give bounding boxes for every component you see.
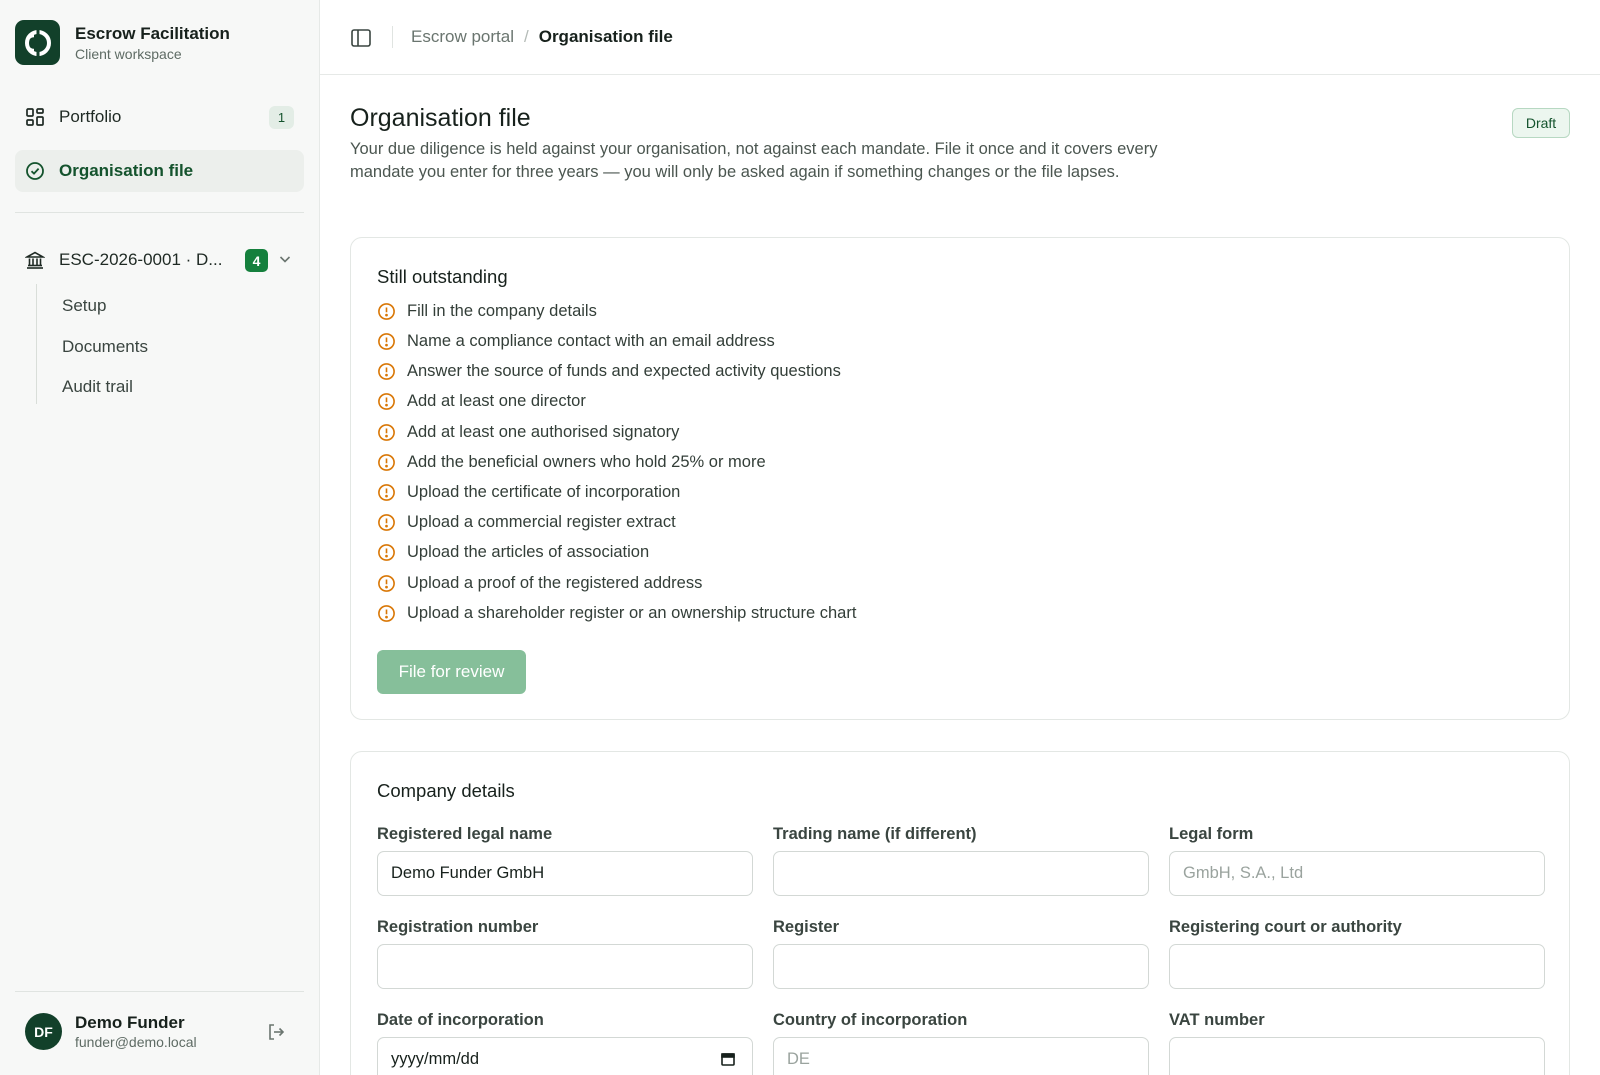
field-label-registration-number: Registration number <box>377 918 539 936</box>
breadcrumb-parent[interactable]: Escrow portal <box>411 27 514 47</box>
brand-title: Escrow Facilitation <box>75 23 230 43</box>
chevron-down-icon[interactable] <box>277 251 293 272</box>
page-description: Your due diligence is held against your … <box>350 140 1158 181</box>
outstanding-card: Still outstanding Fill in the company de… <box>350 237 1570 720</box>
list-item-text: Add at least one director <box>407 392 586 410</box>
sidebar: Escrow Facilitation Client workspace Por… <box>0 0 320 1075</box>
sidebar-item-portfolio[interactable]: Portfolio 1 <box>15 96 304 138</box>
company-details-card: Company details Registered legal name De… <box>350 751 1570 1075</box>
list-item: Upload the articles of association <box>377 543 649 562</box>
list-item: Add the beneficial owners who hold 25% o… <box>377 453 766 472</box>
list-item-text: Add the beneficial owners who hold 25% o… <box>407 453 766 471</box>
sidebar-divider <box>15 212 304 213</box>
mandate-label: ESC-2026-0001 · D... <box>59 250 223 269</box>
alert-circle-icon <box>377 604 396 623</box>
field-label-vat-number: VAT number <box>1169 1011 1265 1029</box>
registering-court-input[interactable] <box>1169 944 1545 989</box>
alert-circle-icon <box>377 302 396 321</box>
field-label-country: Country of incorporation <box>773 1011 968 1029</box>
legal-name-input[interactable]: Demo Funder GmbH <box>377 851 753 896</box>
list-item-text: Add at least one authorised signatory <box>407 423 680 441</box>
list-item: Name a compliance contact with an email … <box>377 332 775 351</box>
list-item-text: Upload a shareholder register or an owne… <box>407 604 857 622</box>
top-bar: Escrow portal / Organisation file <box>320 0 1600 75</box>
alert-circle-icon <box>377 543 396 562</box>
avatar: DF <box>25 1013 62 1050</box>
field-label-legal-form: Legal form <box>1169 825 1254 843</box>
status-badge: Draft <box>1512 108 1570 138</box>
user-name: Demo Funder <box>75 1013 185 1032</box>
user-email: funder@demo.local <box>75 1034 197 1050</box>
alert-circle-icon <box>377 453 396 472</box>
country-input[interactable]: DE <box>773 1037 1149 1075</box>
alert-circle-icon <box>377 574 396 593</box>
header-divider <box>392 26 393 48</box>
sidebar-item-documents[interactable]: Documents <box>62 337 148 357</box>
list-item: Upload a proof of the registered address <box>377 574 702 593</box>
sidebar-item-setup[interactable]: Setup <box>62 296 106 316</box>
list-item-text: Upload a proof of the registered address <box>407 574 703 592</box>
sidebar-item-label: Portfolio <box>59 107 122 126</box>
breadcrumb: Escrow portal / Organisation file <box>411 27 673 47</box>
list-item-text: Answer the source of funds and expected … <box>407 362 841 380</box>
alert-circle-icon <box>377 332 396 351</box>
alert-circle-icon <box>377 423 396 442</box>
list-item: Add at least one director <box>377 392 586 411</box>
breadcrumb-current: Organisation file <box>538 27 673 46</box>
registration-number-input[interactable] <box>377 944 753 989</box>
field-label-registering-court: Registering court or authority <box>1169 918 1402 936</box>
brand-logo-icon <box>15 20 60 65</box>
field-label-date-of-incorporation: Date of incorporation <box>377 1011 544 1029</box>
trading-name-input[interactable] <box>773 851 1149 896</box>
user-divider <box>15 991 304 992</box>
outstanding-title: Still outstanding <box>377 266 508 287</box>
list-item-text: Upload the certificate of incorporation <box>407 483 681 501</box>
vat-number-input[interactable] <box>1169 1037 1545 1075</box>
list-item-text: Upload a commercial register extract <box>407 513 676 531</box>
date-placeholder: yyyy/mm/dd <box>391 1050 480 1068</box>
legal-form-input[interactable]: GmbH, S.A., Ltd <box>1169 851 1545 896</box>
grid-icon <box>25 107 45 127</box>
list-item-text: Name a compliance contact with an email … <box>407 332 775 350</box>
calendar-icon[interactable] <box>720 1051 736 1072</box>
field-label-legal-name: Registered legal name <box>377 825 553 843</box>
sidebar-item-audit-trail[interactable]: Audit trail <box>62 377 133 397</box>
portfolio-count-badge: 1 <box>269 106 294 129</box>
legal-form-placeholder: GmbH, S.A., Ltd <box>1183 864 1304 882</box>
alert-circle-icon <box>377 513 396 532</box>
list-item: Upload the certificate of incorporation <box>377 483 680 502</box>
list-item: Upload a shareholder register or an owne… <box>377 604 856 623</box>
list-item: Answer the source of funds and expected … <box>377 362 841 381</box>
alert-circle-icon <box>377 362 396 381</box>
list-item: Add at least one authorised signatory <box>377 423 679 442</box>
register-input[interactable] <box>773 944 1149 989</box>
sidebar-item-label: Organisation file <box>59 161 194 180</box>
sidebar-item-mandate[interactable]: ESC-2026-0001 · D... 4 <box>15 240 304 280</box>
country-placeholder: DE <box>787 1050 810 1068</box>
file-for-review-button[interactable]: File for review <box>377 650 526 694</box>
page-title: Organisation file <box>350 104 531 132</box>
mandate-count-badge: 4 <box>245 249 268 272</box>
date-of-incorporation-input[interactable]: yyyy/mm/dd <box>377 1037 753 1075</box>
alert-circle-icon <box>377 483 396 502</box>
bank-icon <box>25 250 45 270</box>
field-label-trading-name: Trading name (if different) <box>773 825 977 843</box>
sidebar-item-organisation-file[interactable]: Organisation file <box>15 150 304 192</box>
list-item-text: Fill in the company details <box>407 302 597 320</box>
sidebar-toggle-icon[interactable] <box>350 27 372 54</box>
list-item: Fill in the company details <box>377 302 597 321</box>
logout-icon[interactable] <box>266 1022 286 1047</box>
brand-subtitle: Client workspace <box>75 45 182 62</box>
field-label-register: Register <box>773 918 840 936</box>
check-circle-icon <box>25 161 45 181</box>
list-item-text: Upload the articles of association <box>407 543 650 561</box>
breadcrumb-separator: / <box>523 27 529 46</box>
list-item: Upload a commercial register extract <box>377 513 676 532</box>
brand: Escrow Facilitation Client workspace <box>15 20 230 65</box>
user-profile[interactable]: DF Demo Funder funder@demo.local <box>25 1013 197 1050</box>
company-details-title: Company details <box>377 780 515 801</box>
alert-circle-icon <box>377 392 396 411</box>
mandate-subnav: Setup Documents Audit trail <box>36 284 296 404</box>
